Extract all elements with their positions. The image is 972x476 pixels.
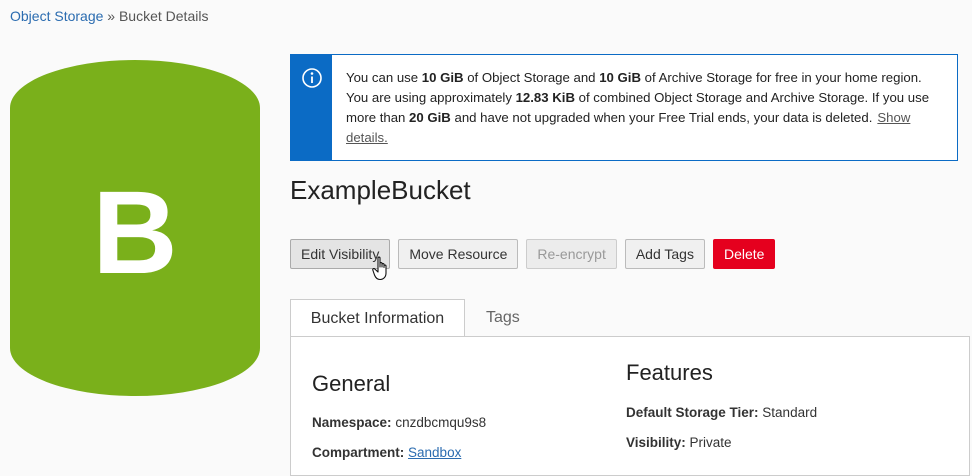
compartment-label: Compartment: [312,445,405,460]
storage-tier-value: Standard [762,405,818,420]
alert-text-2: of Object Storage and [463,70,600,85]
breadcrumb: Object Storage » Bucket Details [10,8,208,24]
compartment-field: Compartment: Sandbox [312,445,461,460]
hand-cursor-icon [372,256,387,281]
bucket-icon: B [10,60,260,396]
free-tier-alert: You can use 10 GiB of Object Storage and… [290,54,958,161]
storage-tier-label: Default Storage Tier: [626,405,759,420]
bucket-information-panel: General Namespace: cnzdbcmqu9s8 Compartm… [290,336,970,476]
re-encrypt-button[interactable]: Re-encrypt [526,239,617,269]
storage-tier-field: Default Storage Tier: Standard [626,405,817,420]
alert-message: You can use 10 GiB of Object Storage and… [346,68,937,148]
visibility-label: Visibility: [626,435,686,450]
features-heading: Features [626,360,713,385]
info-icon [302,68,322,88]
alert-bold-1: 10 GiB [421,70,464,85]
namespace-field: Namespace: cnzdbcmqu9s8 [312,415,486,430]
breadcrumb-separator: » [107,8,116,24]
compartment-link[interactable]: Sandbox [408,445,461,460]
breadcrumb-current: Bucket Details [118,8,209,24]
alert-bold-3: 12.83 KiB [515,90,575,105]
alert-text-1: You can use [346,70,422,85]
bucket-shape-icon: B [10,60,260,396]
action-toolbar: Edit Visibility Move Resource Re-encrypt… [290,239,783,269]
general-heading: General [312,371,391,396]
alert-bar [291,55,332,160]
visibility-value: Private [689,435,732,450]
alert-text-5: and have not upgraded when your Free Tri… [450,110,873,125]
bucket-letter: B [92,167,177,299]
namespace-label: Namespace: [312,415,392,430]
tab-bucket-information[interactable]: Bucket Information [290,299,465,337]
page-title: ExampleBucket [290,175,471,205]
delete-button[interactable]: Delete [712,239,776,269]
move-resource-button[interactable]: Move Resource [398,239,519,269]
alert-bold-4: 20 GiB [409,110,451,125]
alert-bold-2: 10 GiB [599,70,641,85]
breadcrumb-object-storage-link[interactable]: Object Storage [10,8,103,24]
namespace-value: cnzdbcmqu9s8 [395,415,487,430]
tab-tags[interactable]: Tags [486,299,520,337]
add-tags-button[interactable]: Add Tags [624,239,705,269]
visibility-field: Visibility: Private [626,435,732,450]
